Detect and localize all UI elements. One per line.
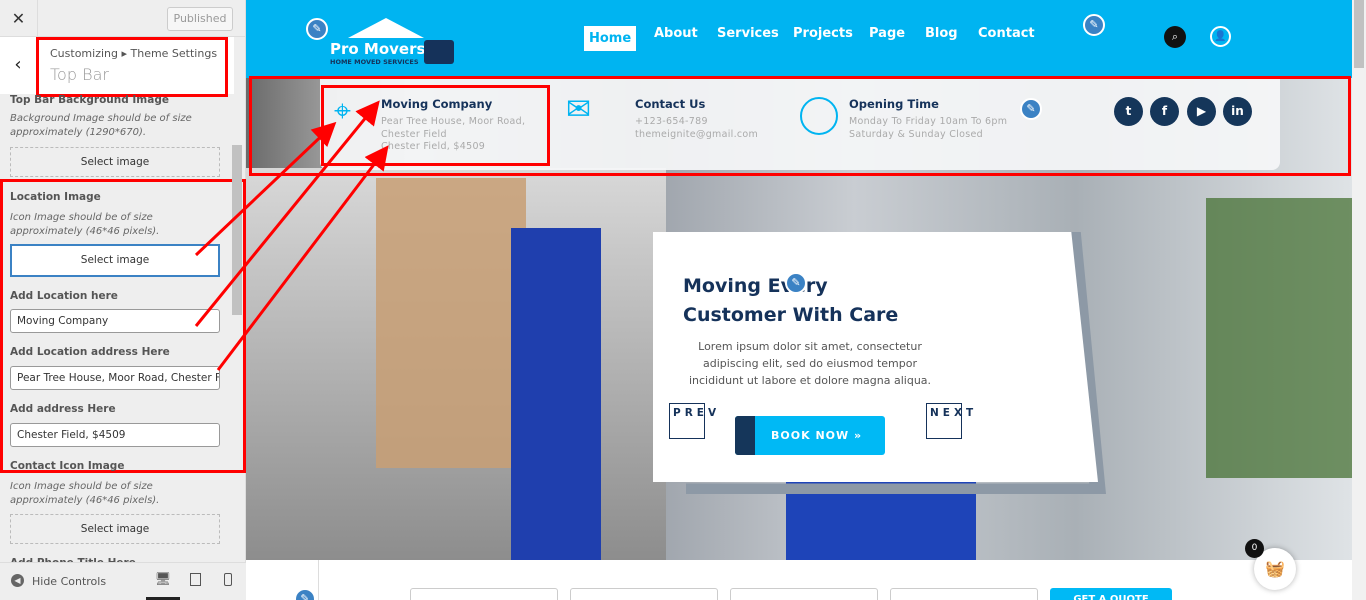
- annotation-arrows: [194, 100, 389, 371]
- annotation-arrow: [194, 100, 380, 327]
- annotation-arrow: [216, 145, 389, 371]
- annotation-arrow: [194, 121, 337, 257]
